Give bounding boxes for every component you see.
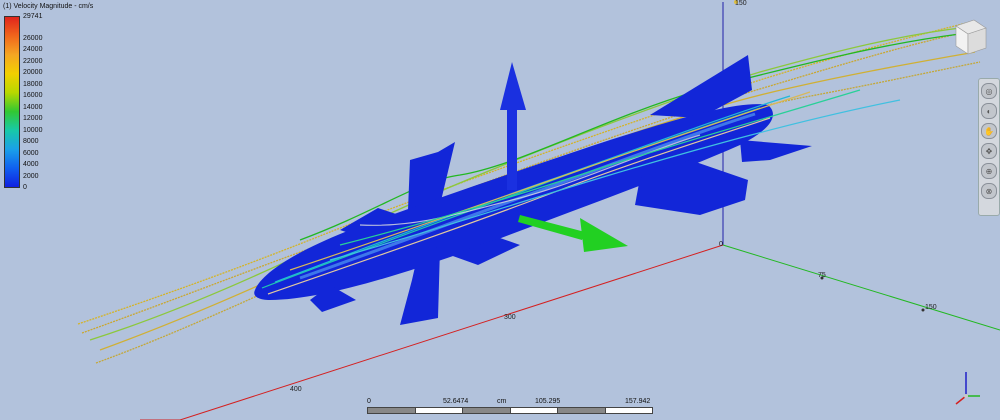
orbit-icon[interactable]: ◎	[981, 83, 997, 99]
scale-label-1: 52.6474	[443, 398, 469, 405]
scale-label-0: 0	[367, 398, 371, 405]
legend-max-label: 29741	[23, 13, 43, 20]
scene-canvas[interactable]	[0, 0, 1000, 420]
walk-icon[interactable]: ✥	[981, 143, 997, 159]
legend-tick-label: 8000	[23, 138, 39, 146]
z-axis-label: 150	[735, 0, 747, 7]
axis-triad-icon	[955, 372, 980, 405]
legend-color-bar	[4, 16, 20, 188]
view-cube-icon[interactable]	[952, 16, 988, 56]
legend-title: (1) Velocity Magnitude - cm/s	[3, 3, 94, 10]
tail-fin-side	[740, 140, 812, 162]
legend-tick-label: 26000	[23, 35, 43, 42]
look-icon[interactable]: ◐	[981, 103, 997, 119]
x-axis-label-150: 150	[925, 304, 937, 311]
legend-tick-label: 6000	[23, 149, 39, 157]
cfd-viewport[interactable]: (1) Velocity Magnitude - cm/s 29741 2600…	[0, 0, 1000, 420]
drag-arrow	[518, 215, 628, 252]
x-axis-label-75: 75	[818, 272, 826, 279]
navigation-bar: ◎ ◐ ✋ ✥ ⊕ ⊗	[978, 78, 1000, 216]
legend-tick-label: 16000	[23, 92, 43, 100]
fit-icon[interactable]: ⊗	[981, 183, 997, 199]
legend-tick-label: 12000	[23, 115, 43, 123]
legend-tick-label: 24000	[23, 46, 43, 54]
y-axis-label-400: 400	[290, 386, 302, 393]
y-axis	[179, 244, 724, 420]
legend-tick-label: 2000	[23, 172, 39, 180]
y-axis-label-300: 300	[504, 314, 516, 321]
scale-track	[367, 407, 653, 414]
pan-icon[interactable]: ✋	[981, 123, 997, 139]
legend-tick-label: 22000	[23, 57, 43, 65]
origin-label: 0	[719, 241, 723, 248]
legend-tick-label: 18000	[23, 80, 43, 88]
scale-bar: 0 52.6474 cm 105.295 157.942	[367, 398, 653, 414]
x-axis	[722, 244, 1000, 331]
legend-tick-label: 10000	[23, 126, 43, 134]
scale-label-3: 157.942	[625, 398, 651, 405]
scale-label-2: 105.295	[535, 398, 561, 405]
zoom-icon[interactable]: ⊕	[981, 163, 997, 179]
scale-unit: cm	[497, 398, 507, 405]
legend-tick-label: 4000	[23, 161, 39, 169]
legend-tick-label: 0	[23, 184, 27, 191]
legend-tick-label: 20000	[23, 69, 43, 77]
legend-tick-label: 14000	[23, 103, 43, 111]
